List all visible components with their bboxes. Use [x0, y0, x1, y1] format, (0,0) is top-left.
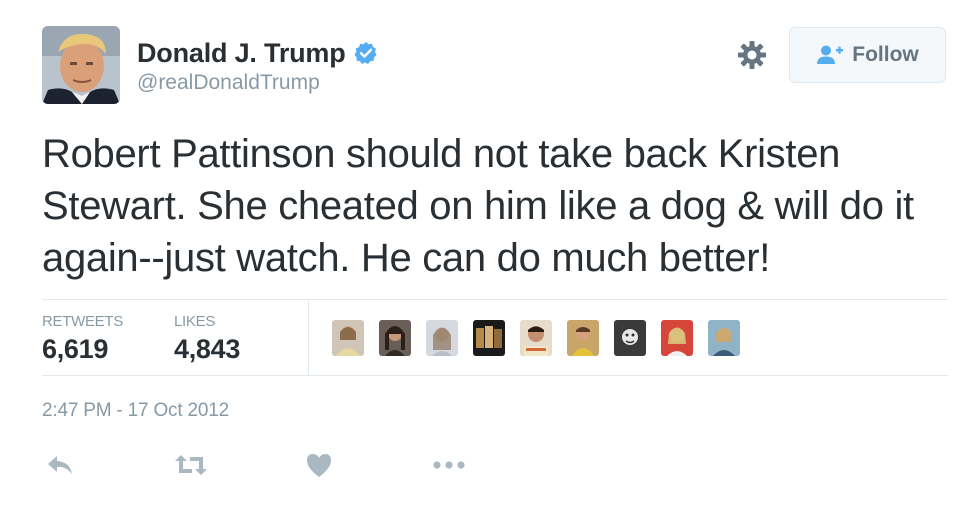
- liker-avatar[interactable]: [708, 320, 740, 356]
- retweets-count: 6,619: [42, 334, 109, 364]
- liker-avatar[interactable]: [614, 320, 646, 356]
- add-user-icon: [816, 44, 844, 66]
- more-icon[interactable]: [433, 450, 465, 480]
- tweet-card: Donald J. Trump @realDonaldTrump Follow …: [0, 0, 980, 513]
- liker-avatar[interactable]: [567, 320, 599, 356]
- liker-avatars: [332, 320, 755, 356]
- reply-icon[interactable]: [46, 450, 74, 480]
- author-name-row: Donald J. Trump: [137, 34, 378, 72]
- tweet-timestamp[interactable]: 2:47 PM - 17 Oct 2012: [42, 400, 229, 422]
- likes-label: LIKES: [174, 313, 216, 330]
- follow-button[interactable]: Follow: [789, 27, 946, 83]
- retweets-label: RETWEETS: [42, 313, 123, 330]
- likes-count: 4,843: [174, 334, 241, 364]
- liker-avatar[interactable]: [379, 320, 411, 356]
- author-handle[interactable]: @realDonaldTrump: [137, 71, 320, 95]
- likes-stat[interactable]: LIKES 4,843: [174, 313, 240, 365]
- retweet-icon[interactable]: [174, 450, 208, 480]
- divider: [42, 375, 948, 376]
- liker-avatar[interactable]: [473, 320, 505, 356]
- liker-avatar[interactable]: [520, 320, 552, 356]
- author-name[interactable]: Donald J. Trump: [137, 38, 346, 69]
- avatar[interactable]: [42, 26, 120, 104]
- liker-avatar[interactable]: [661, 320, 693, 356]
- stats-divider: [308, 300, 309, 375]
- follow-label: Follow: [852, 43, 919, 66]
- verified-badge-icon: [353, 41, 378, 65]
- liker-avatar[interactable]: [426, 320, 458, 356]
- liker-avatar[interactable]: [332, 320, 364, 356]
- tweet-text: Robert Pattinson should not take back Kr…: [42, 132, 914, 280]
- gear-icon[interactable]: [735, 38, 769, 72]
- divider: [42, 299, 948, 300]
- retweets-stat[interactable]: RETWEETS 6,619: [42, 313, 123, 365]
- like-icon[interactable]: [305, 450, 333, 480]
